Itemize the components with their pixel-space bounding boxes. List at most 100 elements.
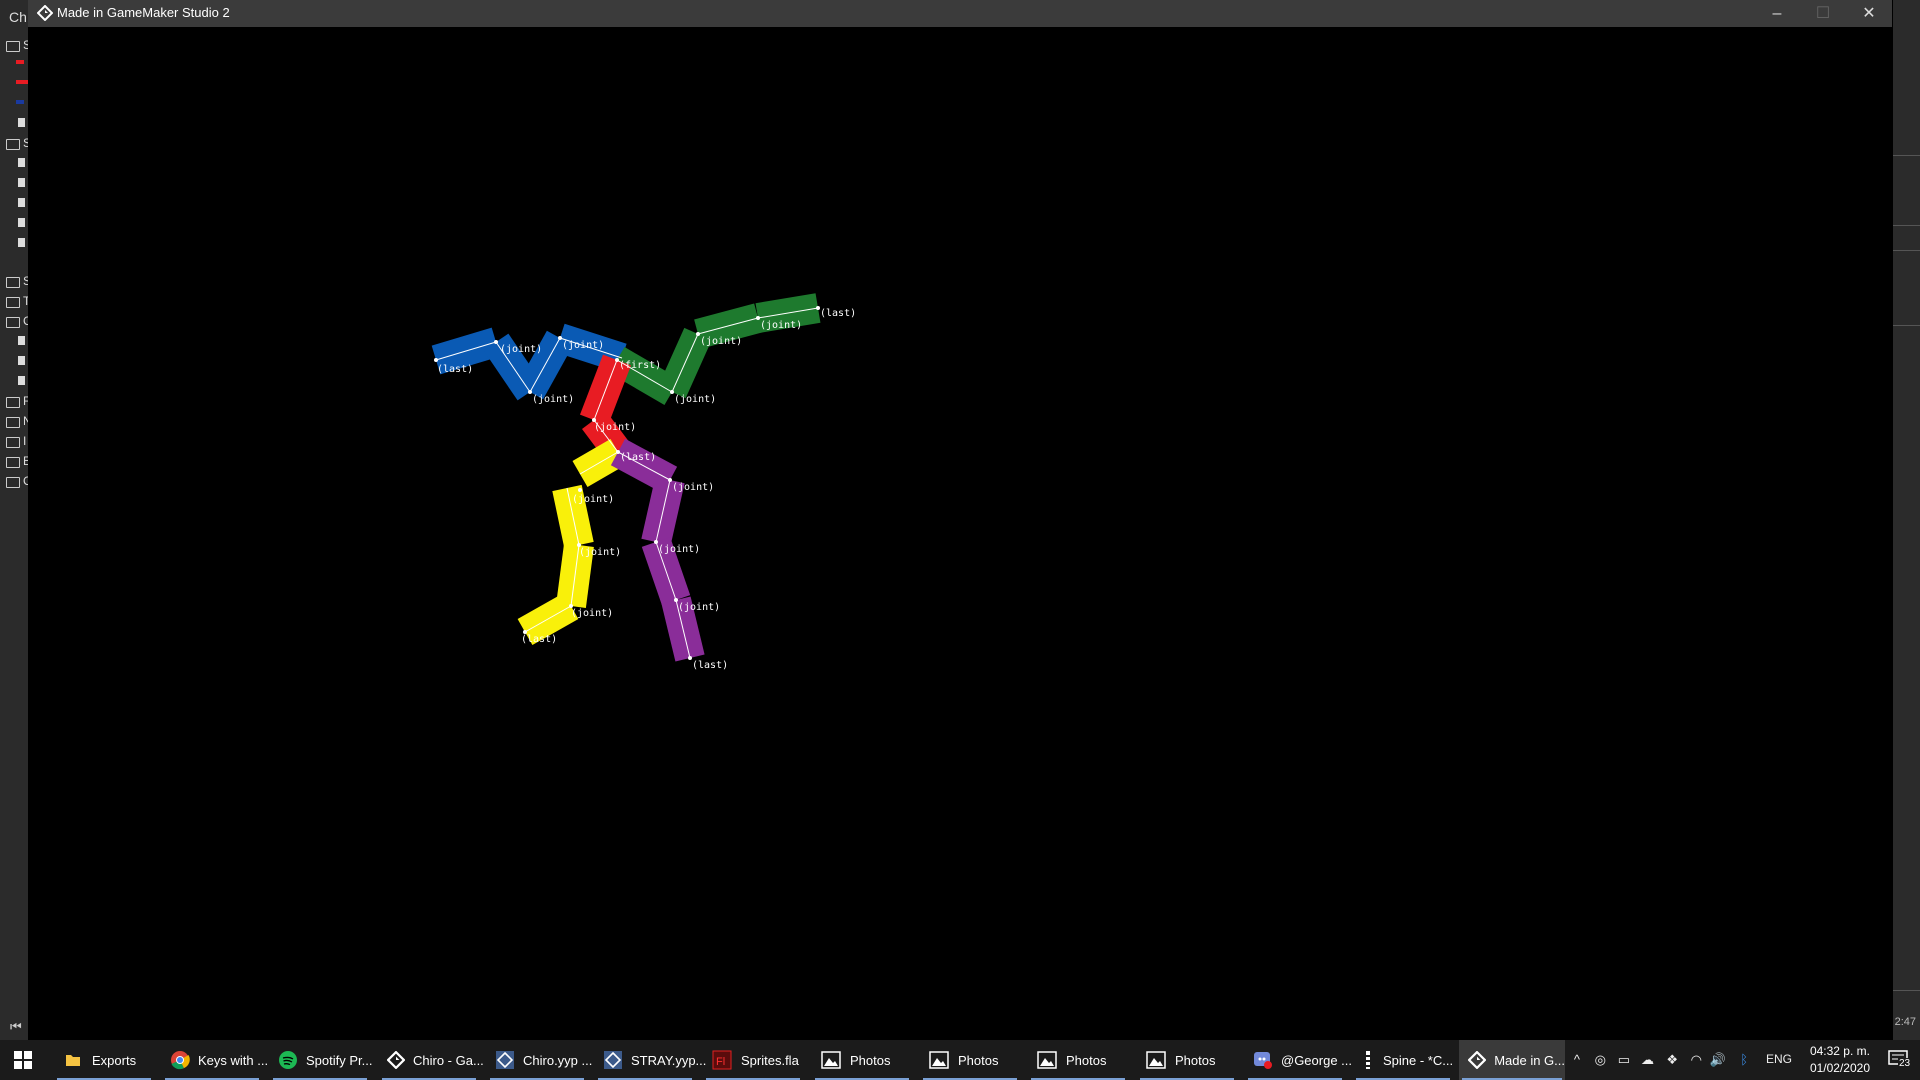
ide-tree-row[interactable]: I — [4, 434, 28, 448]
ide-tree-row[interactable] — [4, 334, 28, 348]
folder-icon — [6, 139, 20, 150]
file-icon — [18, 336, 25, 345]
taskbar-app-button[interactable]: Photos — [812, 1040, 912, 1080]
clock[interactable]: 04:32 p. m. 01/02/2020 — [1810, 1043, 1870, 1077]
file-icon — [18, 118, 25, 127]
folder-icon — [6, 317, 20, 328]
taskbar-app-button[interactable]: STRAY.yyp... — [595, 1040, 706, 1080]
ide-tree-row[interactable] — [4, 236, 28, 250]
taskbar-app-label: Chiro.yyp ... — [523, 1052, 593, 1068]
joint-marker — [494, 340, 498, 344]
svg-text:Fl: Fl — [716, 1056, 725, 1068]
notifications-button[interactable]: 23 — [1888, 1050, 1912, 1069]
ide-tree-row[interactable] — [4, 116, 28, 130]
flash-icon: Fl — [711, 1049, 733, 1071]
folder-icon — [6, 417, 20, 428]
taskbar-app-label: Chiro - Ga... — [413, 1052, 484, 1068]
folder-icon — [6, 41, 20, 52]
joint-label-joint: (joint) — [500, 344, 542, 355]
file-icon — [18, 178, 25, 187]
bluetooth-icon[interactable]: ᛒ — [1740, 1052, 1748, 1067]
background-ide-panel: Ch SSSTCFNIEC — [0, 0, 28, 1040]
ide-header-text: Ch — [9, 9, 27, 25]
photos-icon — [928, 1049, 950, 1071]
ide-tree-row[interactable] — [4, 56, 28, 70]
ide-tree-label: I — [23, 434, 27, 448]
joint-label-joint: (joint) — [658, 544, 700, 555]
ide-tree-row[interactable] — [4, 196, 28, 210]
joint-label-first: (first) — [619, 360, 661, 371]
chevron-up-icon[interactable]: ^ — [1574, 1052, 1580, 1067]
taskbar-app-button[interactable]: Photos — [1137, 1040, 1237, 1080]
gamemaker-project-icon — [603, 1049, 623, 1071]
ide-tree-row[interactable]: N — [4, 414, 28, 428]
joint-label-joint: (joint) — [700, 336, 742, 347]
ide-tree-row[interactable]: F — [4, 394, 28, 408]
joint-label-joint: (joint) — [579, 547, 621, 558]
file-icon — [18, 376, 25, 385]
ide-tree-row[interactable] — [4, 176, 28, 190]
joint-label-joint: (joint) — [678, 602, 720, 613]
ide-tree-row[interactable]: S — [4, 136, 28, 150]
ide-tree-row[interactable]: S — [4, 38, 28, 52]
dropbox-icon[interactable]: ❖ — [1666, 1052, 1678, 1068]
ide-tree-row[interactable] — [4, 374, 28, 388]
taskbar-app-button[interactable]: Photos — [920, 1040, 1020, 1080]
game-canvas[interactable]: (last) (joint) (joint) (joint) (first) (joint… — [28, 27, 1892, 1040]
taskbar-app-label: Photos — [1175, 1052, 1216, 1068]
wifi-icon[interactable]: ◠ — [1691, 1052, 1702, 1068]
joint-label-joint: (joint) — [571, 608, 613, 619]
taskbar: Exports Keys with ... Spotify Pr... Chiro -… — [0, 1040, 1920, 1080]
battery-icon[interactable]: ▭ — [1618, 1052, 1630, 1068]
minimize-button[interactable]: – — [1754, 0, 1800, 27]
taskbar-app-button[interactable]: Chiro.yyp ... — [487, 1040, 592, 1080]
ide-tree-row[interactable] — [4, 216, 28, 230]
ide-tree-row[interactable]: C — [4, 474, 28, 488]
notification-count: 23 — [1898, 1058, 1912, 1069]
file-icon — [18, 356, 25, 365]
taskbar-app-button[interactable]: Spine - *C... — [1353, 1040, 1453, 1080]
file-icon — [18, 158, 25, 167]
gamemaker-icon — [1467, 1049, 1486, 1071]
gamemaker-project-icon — [495, 1049, 515, 1071]
close-button[interactable]: ✕ — [1846, 0, 1892, 27]
spotify-icon — [278, 1049, 298, 1071]
ide-tree-row[interactable]: T — [4, 294, 28, 308]
taskbar-app-button[interactable]: Keys with ... — [162, 1040, 268, 1080]
ide-tree-row[interactable]: E — [4, 454, 28, 468]
joint-label-joint: (joint) — [760, 320, 802, 331]
ide-tree-row[interactable] — [4, 354, 28, 368]
language-indicator[interactable]: ENG — [1766, 1052, 1792, 1066]
cloud-icon[interactable]: ☁ — [1641, 1052, 1654, 1068]
rewind-icon[interactable]: ⏮ — [10, 1019, 22, 1035]
taskbar-app-label: Photos — [1066, 1052, 1107, 1068]
volume-icon[interactable]: 🔊 — [1710, 1052, 1726, 1068]
taskbar-app-button[interactable]: Fl Sprites.fla — [703, 1040, 803, 1080]
start-button[interactable] — [0, 1040, 46, 1080]
taskbar-app-label: @George ... — [1281, 1052, 1353, 1068]
taskbar-app-button[interactable]: Made in G... — [1459, 1040, 1565, 1080]
steam-icon[interactable]: ◎ — [1595, 1052, 1606, 1068]
taskbar-app-button[interactable]: Chiro - Ga... — [379, 1040, 484, 1080]
taskbar-app-button[interactable]: Spotify Pr... — [270, 1040, 373, 1080]
spine-icon — [1361, 1049, 1375, 1071]
taskbar-app-button[interactable]: Exports — [54, 1040, 154, 1080]
joint-label-joint: (joint) — [572, 494, 614, 505]
taskbar-app-button[interactable]: Photos — [1028, 1040, 1128, 1080]
sprite-thumbnail — [16, 100, 24, 104]
taskbar-app-button[interactable]: @George ... — [1245, 1040, 1352, 1080]
ide-tree-row[interactable]: S — [4, 274, 28, 288]
chrome-icon — [170, 1049, 190, 1071]
ide-tree-row[interactable] — [4, 156, 28, 170]
joint-label-joint: (joint) — [674, 394, 716, 405]
ide-tree-row[interactable] — [4, 76, 28, 90]
clock-date: 01/02/2020 — [1809, 1061, 1870, 1075]
sprite-thumbnail — [16, 60, 24, 64]
ide-time-fragment: 2:47 — [1894, 1016, 1916, 1028]
taskbar-app-label: Spotify Pr... — [306, 1052, 373, 1068]
ide-tree-row[interactable]: C — [4, 314, 28, 328]
maximize-button[interactable]: ☐ — [1800, 0, 1846, 27]
taskbar-app-label: STRAY.yyp... — [631, 1052, 707, 1068]
ide-tree-row[interactable] — [4, 96, 28, 110]
title-bar[interactable]: Made in GameMaker Studio 2 – ☐ ✕ — [28, 0, 1892, 27]
